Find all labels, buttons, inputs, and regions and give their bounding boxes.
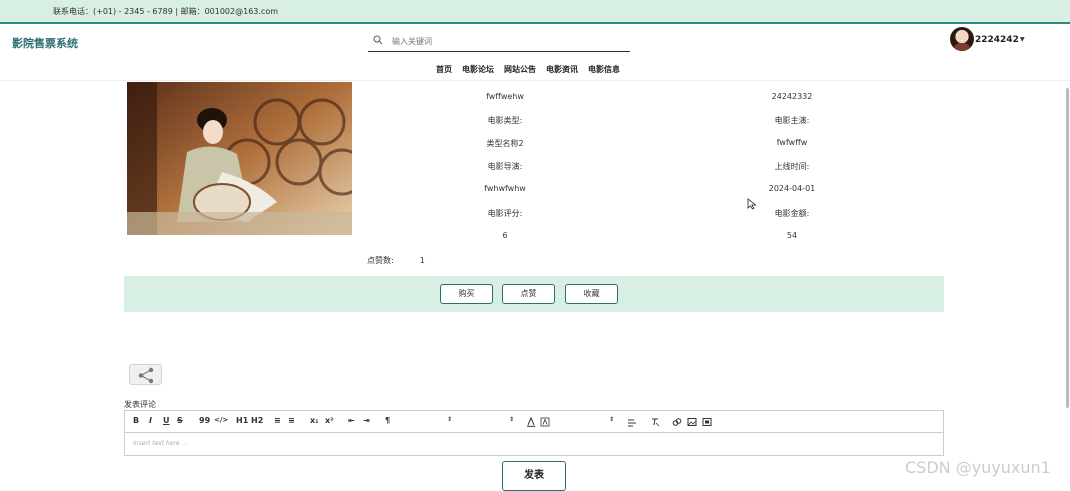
chevron-down-icon[interactable]: ▼ [1020,36,1025,43]
nav-item-home[interactable]: 首页 [436,64,452,76]
movie-rating-label: 电影评分: [487,209,523,218]
like-button[interactable]: 点赞 [502,284,555,304]
movie-cast-value: fwfwffw [776,138,808,147]
comment-textarea[interactable]: Insert text here ... [133,440,187,447]
superscript-button[interactable]: x² [325,416,334,425]
outdent-button[interactable]: ⇤ [348,416,355,425]
movie-cast-label: 电影主演: [774,116,810,125]
background-color-icon[interactable] [540,417,550,427]
main-nav: 首页 电影论坛 网站公告 电影资讯 电影信息 [436,64,620,76]
nav-item-forum[interactable]: 电影论坛 [462,64,494,76]
mouse-cursor-icon [747,198,757,210]
site-logo[interactable]: 影院售票系统 [12,35,78,51]
bold-button[interactable]: B [133,416,139,425]
font-select-arrow-icon[interactable]: ⇕ [609,416,614,423]
bullet-list-button[interactable]: ≡ [288,416,295,425]
heading2-button[interactable]: H2 [251,416,263,425]
search-input[interactable] [392,34,622,48]
page-scrollbar[interactable] [1066,88,1069,408]
video-icon[interactable] [702,417,712,427]
align-icon[interactable] [627,418,637,427]
favorite-button[interactable]: 收藏 [565,284,618,304]
link-icon[interactable] [672,417,682,427]
subscript-button[interactable]: x₁ [310,416,319,425]
editor-toolbar: B I U S 99 </> H1 H2 ≡ ≡ x₁ x² ⇤ ⇥ ¶ ⇕ ⇕… [125,411,943,433]
avatar[interactable] [950,27,974,51]
release-date-value: 2024-04-01 [768,184,816,193]
underline-button[interactable]: U [163,416,170,425]
share-button[interactable] [129,364,162,385]
action-bar: 购买 点赞 收藏 [124,276,944,312]
code-button[interactable]: </> [214,416,228,424]
movie-price-label: 电影金额: [774,209,810,218]
share-icon [138,367,154,384]
ordered-list-button[interactable]: ≡ [274,416,281,425]
submit-comment-button[interactable]: 发表 [502,461,566,491]
comment-editor[interactable]: B I U S 99 </> H1 H2 ≡ ≡ x₁ x² ⇤ ⇥ ¶ ⇕ ⇕… [124,410,944,456]
nav-item-announcement[interactable]: 网站公告 [504,64,536,76]
movie-type-value: 类型名称2 [486,139,524,148]
size-select-arrow-icon[interactable]: ⇕ [447,416,452,423]
comment-label: 发表评论 [124,400,156,409]
movie-poster [127,82,352,235]
movie-director-value: fwhwfwhw [484,184,526,193]
direction-button[interactable]: ¶ [385,416,390,425]
release-date-label: 上线时间: [774,162,810,171]
poster-image [127,82,352,235]
like-count: 点赞数: 1 [367,255,451,266]
nav-item-news[interactable]: 电影资讯 [546,64,578,76]
movie-code: 24242332 [771,92,813,101]
movie-director-label: 电影导演: [487,162,523,171]
quote-button[interactable]: 99 [199,416,210,425]
movie-rating-value: 6 [502,231,508,240]
nav-item-movies[interactable]: 电影信息 [588,64,620,76]
like-count-value: 1 [419,256,425,265]
image-icon[interactable] [687,417,697,427]
heading1-button[interactable]: H1 [236,416,248,425]
italic-button[interactable]: I [149,416,152,425]
movie-type-label: 电影类型: [487,116,523,125]
like-count-label: 点赞数: [367,256,394,265]
contact-info: 联系电话：(+01) - 2345 - 6789 | 邮箱：001002@163… [53,7,279,16]
buy-button[interactable]: 购买 [440,284,493,304]
search-box [368,31,630,52]
clear-format-icon[interactable] [650,417,660,427]
indent-button[interactable]: ⇥ [363,416,370,425]
watermark: CSDN @yuyuxun1 [905,458,1051,477]
search-icon[interactable] [373,35,383,45]
text-color-icon[interactable] [526,417,536,427]
strike-button[interactable]: S [177,416,183,425]
username[interactable]: 2224242 [975,35,1019,45]
movie-name: fwffwehw [486,92,524,101]
header: 影院售票系统 2224242 ▼ 首页 电影论坛 网站公告 电影资讯 电影信息 [0,24,1070,81]
top-contact-bar: 联系电话：(+01) - 2345 - 6789 | 邮箱：001002@163… [0,0,1070,24]
header-select-arrow-icon[interactable]: ⇕ [509,416,514,423]
movie-price-value: 54 [786,231,798,240]
